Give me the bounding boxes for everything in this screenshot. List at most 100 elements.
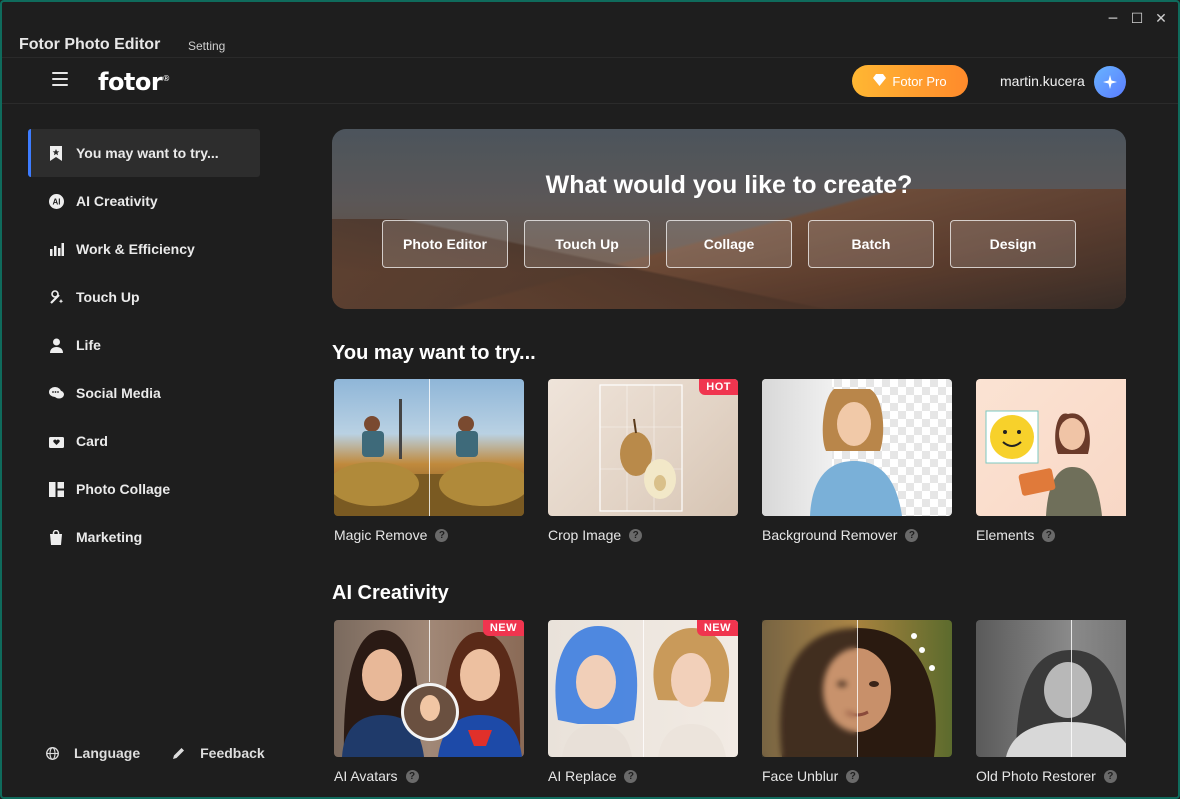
card-title: Crop Image xyxy=(548,527,622,543)
sidebar-item-label: Social Media xyxy=(76,385,161,401)
compare-divider xyxy=(429,620,430,682)
sidebar-item-marketing[interactable]: Marketing xyxy=(28,513,260,561)
ai-avatars-thumbnail: NEW xyxy=(334,620,524,757)
globe-icon xyxy=(44,745,60,761)
help-icon[interactable]: ? xyxy=(1103,769,1117,783)
elements-thumbnail: › xyxy=(976,379,1126,516)
sidebar-item-label: Life xyxy=(76,337,101,353)
compare-divider xyxy=(429,379,430,516)
sidebar: You may want to try... AI AI Creativity … xyxy=(2,105,292,797)
card-icon xyxy=(48,433,64,449)
card-label-row: AI Replace? xyxy=(548,768,738,784)
logo-text: fotor xyxy=(98,68,163,96)
help-icon[interactable]: ? xyxy=(846,769,860,783)
fotor-logo[interactable]: fotor® xyxy=(98,68,170,96)
magic-wand-icon xyxy=(48,289,64,305)
setting-menu[interactable]: Setting xyxy=(188,39,225,53)
card-crop-image[interactable]: HOT Crop Image? xyxy=(548,379,738,543)
compare-divider xyxy=(1071,620,1072,757)
card-elements[interactable]: › Elements? xyxy=(976,379,1126,543)
photo-editor-button[interactable]: Photo Editor xyxy=(382,220,508,268)
help-icon[interactable]: ? xyxy=(435,528,449,542)
collage-icon xyxy=(48,481,64,497)
card-label-row: Old Photo Restorer? xyxy=(976,768,1126,784)
create-options: Photo Editor Touch Up Collage Batch Desi… xyxy=(382,220,1076,268)
bookmark-star-icon xyxy=(48,145,64,161)
hot-badge: HOT xyxy=(699,379,738,395)
maximize-icon[interactable]: ☐ xyxy=(1126,8,1148,30)
compare-divider xyxy=(857,620,858,757)
help-icon[interactable]: ? xyxy=(405,769,419,783)
card-old-photo-restorer[interactable]: › Old Photo Restorer? xyxy=(976,620,1126,784)
registered-mark: ® xyxy=(162,74,170,83)
help-icon[interactable]: ? xyxy=(1042,528,1056,542)
compare-divider xyxy=(643,620,644,757)
background-remover-thumbnail xyxy=(762,379,952,516)
feedback-button[interactable]: Feedback xyxy=(170,745,265,761)
hamburger-menu-icon[interactable] xyxy=(52,72,68,86)
sidebar-footer: Language Feedback xyxy=(44,745,265,761)
new-badge: NEW xyxy=(482,620,524,636)
banner-overlay xyxy=(332,129,1126,309)
sidebar-item-social-media[interactable]: Social Media xyxy=(28,369,260,417)
card-magic-remove[interactable]: Magic Remove? xyxy=(334,379,524,543)
sidebar-item-card[interactable]: Card xyxy=(28,417,260,465)
sidebar-item-label: Marketing xyxy=(76,529,143,545)
banner-title: What would you like to create? xyxy=(545,171,913,199)
sidebar-item-you-may-want-to-try[interactable]: You may want to try... xyxy=(28,129,260,177)
card-title: Old Photo Restorer xyxy=(976,768,1096,784)
window-controls: ─ ☐ ✕ xyxy=(1102,2,1178,36)
sidebar-item-touch-up[interactable]: Touch Up xyxy=(28,273,260,321)
username[interactable]: martin.kucera xyxy=(1000,73,1085,89)
fotor-pro-button[interactable]: Fotor Pro xyxy=(852,65,968,97)
section-title-you-may-want-to-try: You may want to try... xyxy=(332,342,536,364)
svg-text:AI: AI xyxy=(52,197,60,206)
sidebar-item-work-efficiency[interactable]: Work & Efficiency xyxy=(28,225,260,273)
pencil-icon xyxy=(170,745,186,761)
help-icon[interactable]: ? xyxy=(629,528,643,542)
card-face-unblur[interactable]: Face Unblur? xyxy=(762,620,952,784)
person-icon xyxy=(48,337,64,353)
sparkle-icon xyxy=(1103,75,1117,89)
minimize-icon[interactable]: ─ xyxy=(1102,8,1124,30)
close-icon[interactable]: ✕ xyxy=(1150,8,1172,30)
sidebar-item-ai-creativity[interactable]: AI AI Creativity xyxy=(28,177,260,225)
ai-icon: AI xyxy=(48,193,64,209)
avatar[interactable] xyxy=(1094,66,1126,98)
card-title: AI Avatars xyxy=(334,768,398,784)
card-ai-replace[interactable]: NEW AI Replace? xyxy=(548,620,738,784)
card-label-row: AI Avatars? xyxy=(334,768,524,784)
sidebar-item-life[interactable]: Life xyxy=(28,321,260,369)
collage-button[interactable]: Collage xyxy=(666,220,792,268)
touch-up-button[interactable]: Touch Up xyxy=(524,220,650,268)
card-title: Background Remover xyxy=(762,527,898,543)
crop-image-thumbnail: HOT xyxy=(548,379,738,516)
card-label-row: Background Remover? xyxy=(762,527,952,543)
language-label: Language xyxy=(74,745,141,761)
card-label-row: Face Unblur? xyxy=(762,768,952,784)
blurred-half xyxy=(762,620,857,757)
sidebar-item-photo-collage[interactable]: Photo Collage xyxy=(28,465,260,513)
magic-remove-thumbnail xyxy=(334,379,524,516)
batch-button[interactable]: Batch xyxy=(808,220,934,268)
card-background-remover[interactable]: Background Remover? xyxy=(762,379,952,543)
design-button[interactable]: Design xyxy=(950,220,1076,268)
sidebar-item-label: Work & Efficiency xyxy=(76,241,195,257)
create-banner: What would you like to create? Photo Edi… xyxy=(332,129,1126,309)
chat-bubbles-icon xyxy=(48,385,64,401)
cards-row-ai-creativity: NEW AI Avatars? NEW AI Replace? Face Unb… xyxy=(334,620,1126,790)
help-icon[interactable]: ? xyxy=(624,769,638,783)
card-label-row: Crop Image? xyxy=(548,527,738,543)
card-title: Magic Remove xyxy=(334,527,428,543)
app-window: ─ ☐ ✕ Fotor Photo Editor Setting fotor® … xyxy=(0,0,1180,799)
old-photo-restorer-thumbnail: › xyxy=(976,620,1126,757)
card-title: Elements xyxy=(976,527,1035,543)
help-icon[interactable]: ? xyxy=(905,528,919,542)
fotor-pro-label: Fotor Pro xyxy=(892,73,947,89)
cards-row-try: Magic Remove? HOT Crop Image? Background… xyxy=(334,379,1126,549)
language-button[interactable]: Language xyxy=(44,745,140,761)
sidebar-item-label: You may want to try... xyxy=(76,145,219,161)
sidebar-item-label: AI Creativity xyxy=(76,193,158,209)
card-title: Face Unblur xyxy=(762,768,839,784)
card-ai-avatars[interactable]: NEW AI Avatars? xyxy=(334,620,524,784)
